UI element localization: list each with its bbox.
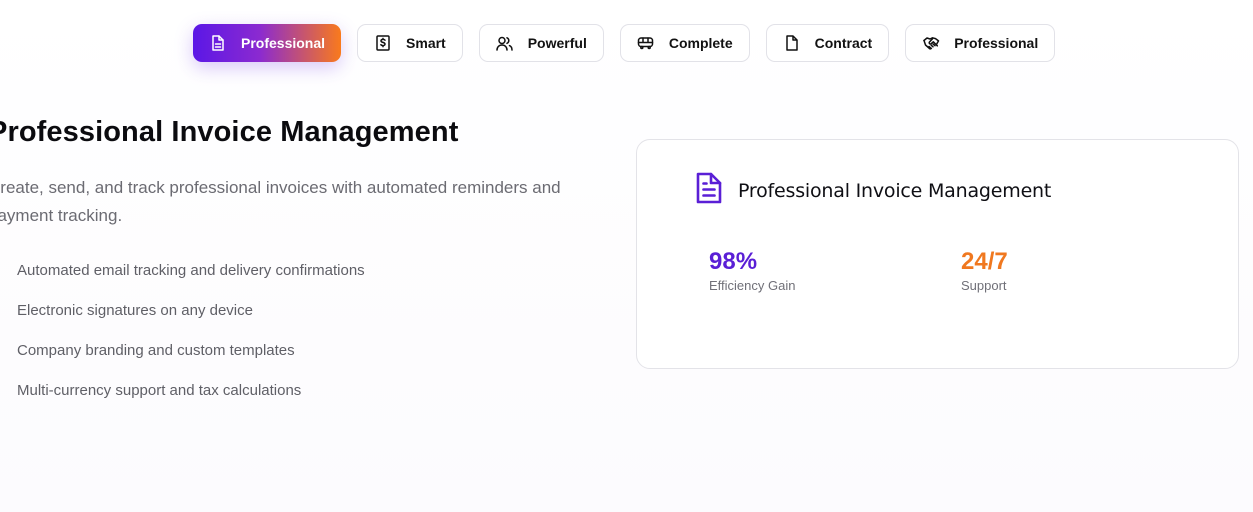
file-text-icon xyxy=(209,34,227,52)
stat-value: 24/7 xyxy=(961,248,1008,275)
feature-text: Multi-currency support and tax calculati… xyxy=(17,381,302,399)
feature-text: Automated email tracking and delivery co… xyxy=(17,261,365,279)
card-header: Professional Invoice Management xyxy=(695,172,1051,209)
hero-section: Professional Invoice Management Create, … xyxy=(0,112,608,410)
bus-icon xyxy=(637,34,655,52)
list-item: ✓ Company branding and custom templates xyxy=(0,330,608,370)
users-icon xyxy=(496,34,514,52)
tab-complete[interactable]: Complete xyxy=(619,24,750,62)
tab-label: Powerful xyxy=(527,35,587,51)
card-title: Professional Invoice Management xyxy=(738,179,1052,202)
hero-description: Create, send, and track professional inv… xyxy=(0,178,561,225)
tab-smart[interactable]: Smart xyxy=(357,24,463,62)
stats-card: Professional Invoice Management 98% Effi… xyxy=(636,139,1239,369)
stat-support: 24/7 Support xyxy=(961,248,1008,293)
tab-label: Professional xyxy=(954,35,1039,51)
document-icon xyxy=(695,172,738,209)
stat-label: Efficiency Gain xyxy=(709,278,796,293)
stat-efficiency: 98% Efficiency Gain xyxy=(709,248,795,293)
tab-professional[interactable]: Professional xyxy=(193,24,342,62)
handshake-icon xyxy=(922,34,940,52)
tab-label: Complete xyxy=(668,35,733,51)
tab-label: Professional xyxy=(241,35,326,51)
tab-label: Contract xyxy=(814,35,873,51)
feature-text: Electronic signatures on any device xyxy=(17,301,253,319)
page-title: Professional Invoice Management xyxy=(0,116,459,148)
feature-text: Company branding and custom templates xyxy=(17,341,295,359)
dollar-receipt-icon xyxy=(374,34,392,52)
tab-powerful[interactable]: Powerful xyxy=(478,24,604,62)
tab-label: Smart xyxy=(406,35,446,51)
tab-professional-2[interactable]: Professional xyxy=(905,24,1056,62)
list-item: ✓ Automated email tracking and delivery … xyxy=(0,250,608,290)
stat-label: Support xyxy=(961,278,1007,293)
file-icon xyxy=(783,34,801,52)
feature-tabs: Professional Smart Powerful Complete Con… xyxy=(193,24,1056,62)
tab-contract[interactable]: Contract xyxy=(765,24,890,62)
list-item: ✓ Electronic signatures on any device xyxy=(0,290,608,330)
list-item: ✓ Multi-currency support and tax calcula… xyxy=(0,370,608,410)
feature-list: ✓ Automated email tracking and delivery … xyxy=(0,250,608,410)
stat-value: 98% xyxy=(709,248,758,275)
